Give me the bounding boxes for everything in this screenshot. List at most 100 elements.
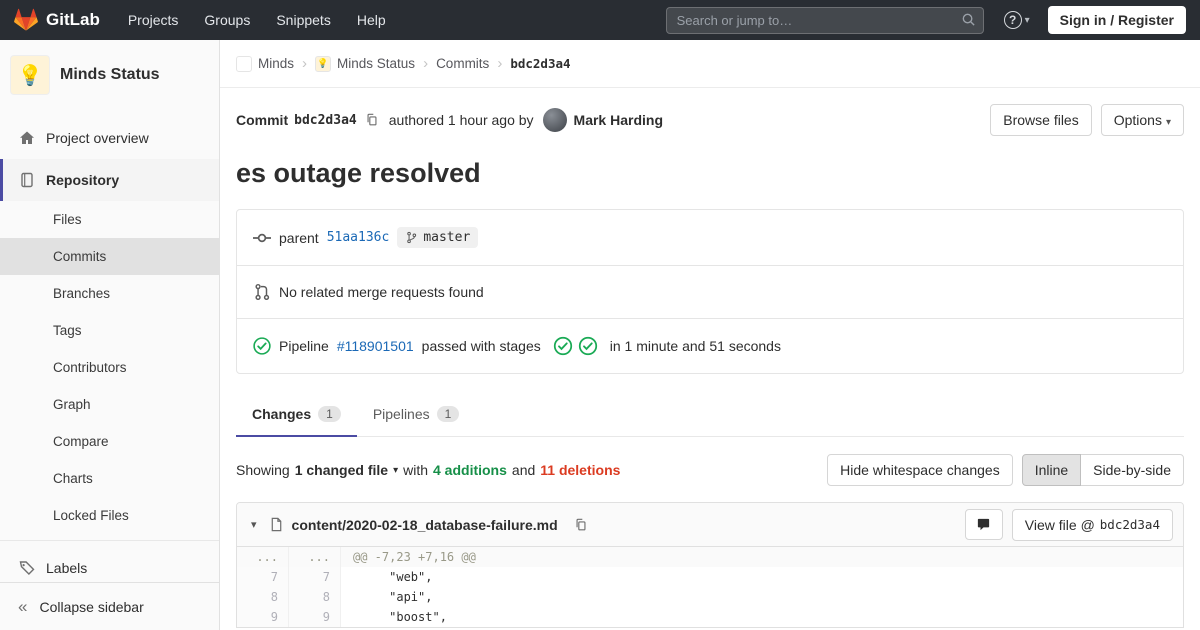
breadcrumb-commits[interactable]: Commits — [436, 56, 489, 71]
commit-icon — [253, 229, 271, 247]
chevron-down-icon[interactable]: ▾ — [393, 465, 398, 476]
sidebar-subitem-compare[interactable]: Compare — [0, 423, 219, 460]
commit-tabs: Changes 1 Pipelines 1 — [236, 394, 1184, 437]
old-line-number[interactable]: 9 — [237, 607, 289, 627]
sidebar-subitem-contributors[interactable]: Contributors — [0, 349, 219, 386]
commit-title: es outage resolved — [236, 158, 1184, 189]
hide-whitespace-button[interactable]: Hide whitespace changes — [827, 454, 1013, 486]
diff-context-line: 8 8 "api", — [237, 587, 1183, 607]
new-line-number: ... — [289, 547, 341, 567]
pipeline-success-icon[interactable] — [253, 337, 271, 355]
sidebar-subitem-branches[interactable]: Branches — [0, 275, 219, 312]
collapse-diff-icon[interactable]: ▾ — [247, 518, 261, 531]
minds-status-avatar: 💡 — [315, 56, 331, 72]
author-avatar[interactable] — [543, 108, 567, 132]
branch-name: master — [423, 230, 470, 245]
old-line-number[interactable]: 8 — [237, 587, 289, 607]
parent-row: parent 51aa136c master — [237, 210, 1183, 266]
sidebar-item-repository[interactable]: Repository — [0, 159, 219, 201]
side-by-side-view-button[interactable]: Side-by-side — [1080, 454, 1184, 486]
diff-file-actions: View file @ bdc2d3a4 — [965, 509, 1173, 541]
authored-text: authored 1 hour ago by — [389, 112, 534, 128]
pipeline-duration-text: in 1 minute and 51 seconds — [610, 338, 781, 354]
inline-view-button[interactable]: Inline — [1022, 454, 1081, 486]
pipeline-id-link[interactable]: #118901501 — [337, 338, 414, 354]
line-content: "api", — [341, 587, 1183, 607]
additions-count: 4 additions — [433, 462, 507, 478]
project-header: 💡 Minds Status — [0, 40, 219, 107]
diff-mode-toggle: Inline Side-by-side — [1022, 454, 1184, 486]
diff-file-card: ▾ content/2020-02-18_database-failure.md… — [236, 502, 1184, 628]
commit-actions: Browse files Options▾ — [990, 104, 1184, 136]
diff-view-controls: Hide whitespace changes Inline Side-by-s… — [827, 454, 1184, 486]
options-dropdown-button[interactable]: Options▾ — [1101, 104, 1184, 136]
nav-link-help[interactable]: Help — [357, 12, 386, 28]
tab-label: Pipelines — [373, 406, 430, 422]
sidebar-subitem-charts[interactable]: Charts — [0, 460, 219, 497]
sidebar-subitem-files[interactable]: Files — [0, 201, 219, 238]
nav-link-snippets[interactable]: Snippets — [276, 12, 330, 28]
line-content: "boost", — [341, 607, 1183, 627]
new-line-number[interactable]: 7 — [289, 567, 341, 587]
pipelines-count-badge: 1 — [437, 406, 460, 422]
gitlab-logo[interactable]: GitLab — [14, 8, 100, 32]
branch-badge[interactable]: master — [397, 227, 478, 248]
new-line-number[interactable]: 9 — [289, 607, 341, 627]
old-line-number: ... — [237, 547, 289, 567]
options-label: Options — [1114, 112, 1162, 128]
new-line-number[interactable]: 8 — [289, 587, 341, 607]
help-dropdown[interactable]: ? ▾ — [1004, 11, 1030, 29]
tab-label: Changes — [252, 406, 311, 422]
old-line-number[interactable]: 7 — [237, 567, 289, 587]
deletions-count: 11 deletions — [540, 462, 620, 478]
sidebar-subitem-locked-files[interactable]: Locked Files — [0, 497, 219, 534]
global-search — [666, 7, 984, 34]
sidebar-item-label: Labels — [46, 560, 87, 576]
diff-context-line: 7 7 "web", — [237, 567, 1183, 587]
breadcrumb-minds[interactable]: Minds — [236, 56, 294, 72]
toggle-comments-button[interactable] — [965, 509, 1003, 540]
stage-success-icon[interactable] — [578, 336, 598, 356]
copy-sha-icon[interactable] — [365, 113, 379, 127]
breadcrumb-minds-status[interactable]: 💡 Minds Status — [315, 56, 415, 72]
project-avatar[interactable]: 💡 — [10, 55, 50, 95]
file-icon — [269, 517, 284, 532]
project-name[interactable]: Minds Status — [60, 66, 160, 84]
branch-icon — [405, 231, 418, 244]
top-navbar: GitLab Projects Groups Snippets Help ? ▾… — [0, 0, 1200, 40]
author-name[interactable]: Mark Harding — [574, 112, 663, 128]
changed-files-dropdown[interactable]: 1 changed file — [295, 462, 388, 478]
chevron-right-icon: › — [497, 55, 502, 72]
sign-in-button[interactable]: Sign in / Register — [1048, 6, 1186, 34]
search-input[interactable] — [666, 7, 984, 34]
parent-label: parent — [279, 230, 319, 246]
browse-files-button[interactable]: Browse files — [990, 104, 1091, 136]
commit-label: Commit — [236, 112, 288, 128]
sidebar-subitem-commits[interactable]: Commits — [0, 238, 219, 275]
collapse-sidebar-button[interactable]: « Collapse sidebar — [0, 582, 219, 630]
chevron-right-icon: › — [423, 55, 428, 72]
minds-group-avatar — [236, 56, 252, 72]
stage-success-icon[interactable] — [553, 336, 573, 356]
pipeline-status-text: passed with stages — [422, 338, 541, 354]
sidebar-item-project-overview[interactable]: Project overview — [0, 117, 219, 159]
sidebar-subitem-graph[interactable]: Graph — [0, 386, 219, 423]
sidebar-subitem-tags[interactable]: Tags — [0, 312, 219, 349]
breadcrumb-label: Minds Status — [337, 56, 415, 71]
showing-label: Showing — [236, 462, 290, 478]
tab-pipelines[interactable]: Pipelines 1 — [357, 394, 476, 437]
sidebar-nav: Project overview Repository Files Commit… — [0, 117, 219, 589]
search-icon[interactable] — [961, 12, 976, 30]
double-chevron-left-icon: « — [18, 597, 27, 617]
diff-file-path[interactable]: content/2020-02-18_database-failure.md — [292, 517, 558, 533]
main-area: Minds › 💡 Minds Status › Commits › bdc2d… — [220, 0, 1200, 628]
no-merge-requests-text: No related merge requests found — [279, 284, 484, 300]
and-label: and — [512, 462, 535, 478]
tab-changes[interactable]: Changes 1 — [236, 394, 357, 437]
copy-file-path-icon[interactable] — [574, 518, 588, 532]
parent-sha-link[interactable]: 51aa136c — [327, 230, 390, 245]
nav-link-groups[interactable]: Groups — [204, 12, 250, 28]
nav-link-projects[interactable]: Projects — [128, 12, 179, 28]
view-file-button[interactable]: View file @ bdc2d3a4 — [1012, 509, 1173, 541]
home-icon — [19, 130, 35, 146]
